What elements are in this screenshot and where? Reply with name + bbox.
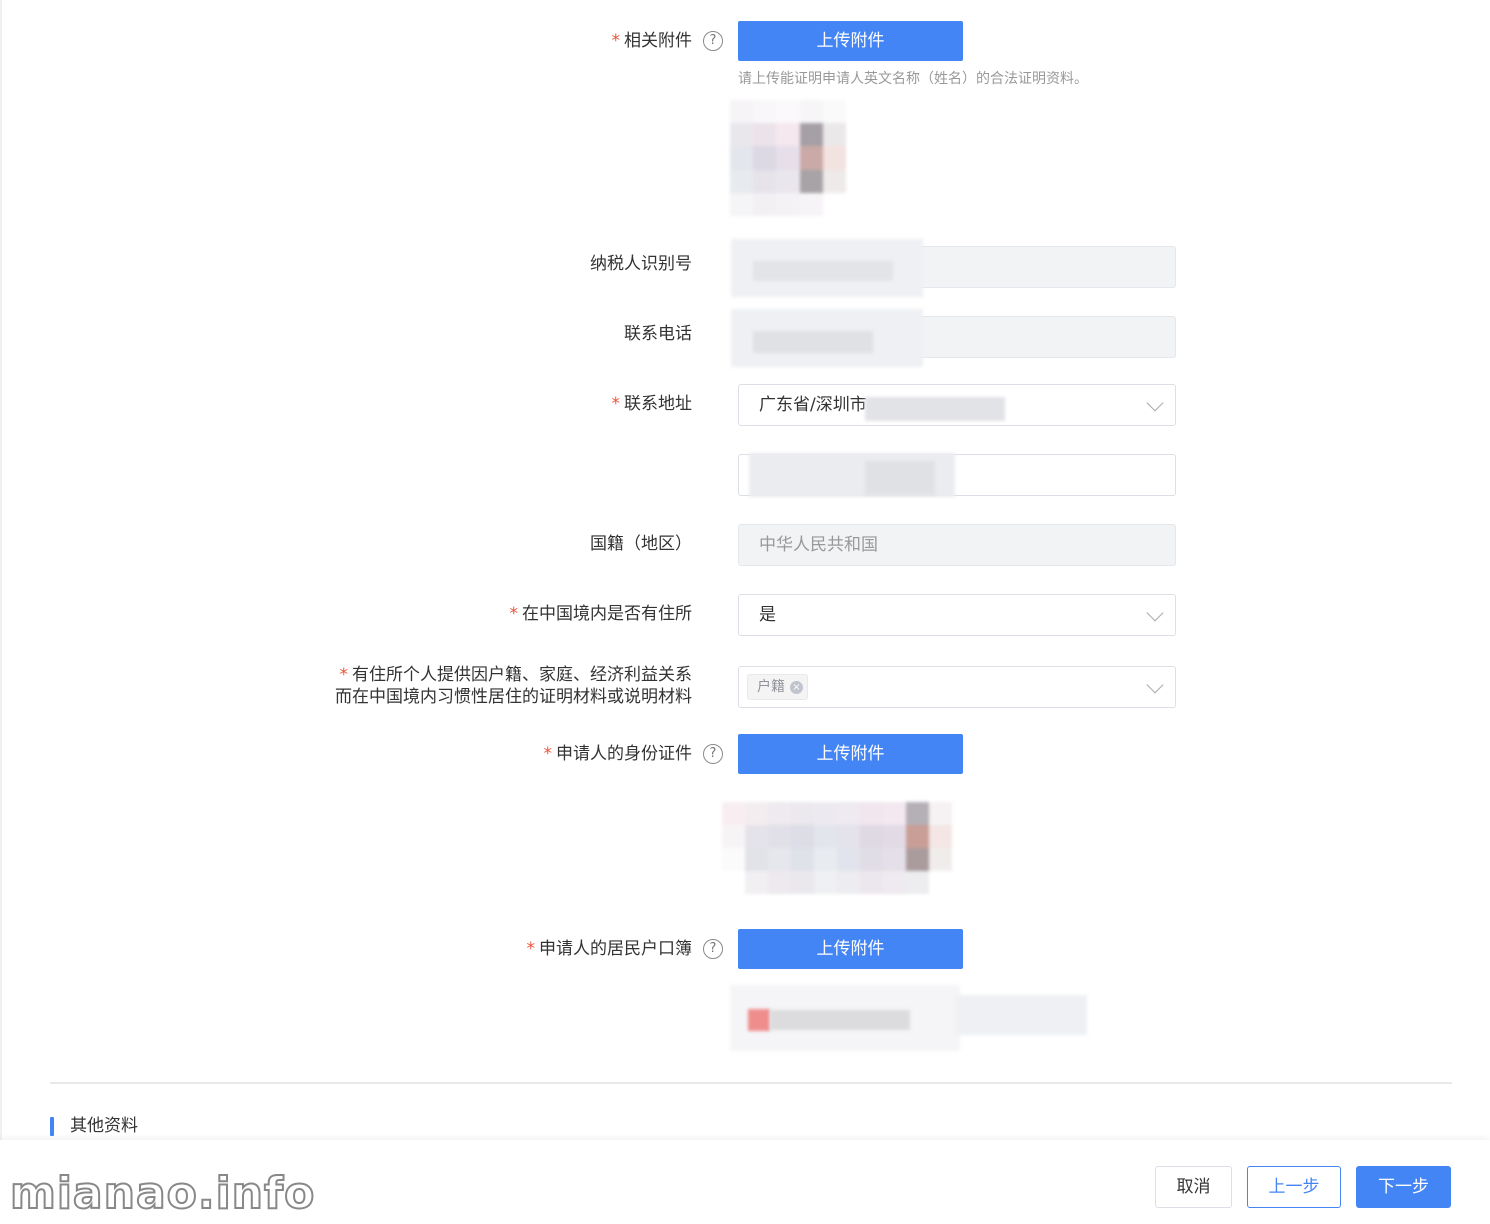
required-mark: * — [611, 31, 621, 51]
selected-tag: 户籍 × — [747, 674, 808, 700]
address-region-select[interactable]: 广东省/深圳市 — [738, 384, 1176, 426]
tax-id-input[interactable] — [731, 239, 1176, 297]
file-icon — [748, 1009, 770, 1031]
required-mark: * — [543, 744, 553, 764]
required-mark: * — [611, 394, 621, 414]
attachment-label: * 相关附件 — [611, 31, 693, 51]
tag-close-icon[interactable]: × — [790, 681, 803, 694]
chevron-down-icon — [1146, 394, 1164, 412]
domicile-proof-label: * 有住所个人提供因户籍、家庭、经济利益关系 而在中国境内习惯性居住的证明材料或说… — [335, 665, 692, 707]
redacted-value — [753, 331, 873, 353]
help-icon[interactable]: ? — [703, 939, 723, 959]
footer-bar: mianao.info 取消 上一步 下一步 — [0, 1140, 1490, 1224]
nationality-input: 中华人民共和国 — [738, 524, 1176, 566]
phone-input[interactable] — [731, 309, 1176, 367]
help-icon[interactable]: ? — [703, 744, 723, 764]
redacted-value — [955, 995, 1087, 1035]
nationality-label: 国籍（地区） — [590, 534, 692, 554]
section-title: 其他资料 — [50, 1115, 138, 1137]
chevron-down-icon — [1146, 604, 1164, 622]
next-step-button[interactable]: 下一步 — [1356, 1166, 1451, 1208]
form-scroll-area[interactable]: * 相关附件 ? 上传附件 请上传能证明申请人英文名称（姓名）的合法证明资料。 纳… — [0, 0, 1490, 1140]
chevron-down-icon — [1146, 676, 1164, 694]
domicile-label: * 在中国境内是否有住所 — [509, 604, 693, 624]
help-icon[interactable]: ? — [703, 31, 723, 51]
section-marker — [50, 1117, 54, 1136]
address-label: * 联系地址 — [611, 394, 693, 414]
domicile-proof-multiselect[interactable]: 户籍 × — [738, 666, 1176, 708]
redacted-value — [865, 461, 935, 495]
address-detail-input[interactable] — [738, 453, 1176, 497]
required-mark: * — [339, 665, 349, 685]
required-mark: * — [509, 604, 519, 624]
attachment-hint: 请上传能证明申请人英文名称（姓名）的合法证明资料。 — [738, 71, 1088, 87]
attachment-thumbnail[interactable] — [730, 100, 846, 216]
id-document-label: * 申请人的身份证件 — [543, 744, 693, 764]
redacted-value — [770, 1010, 910, 1030]
left-border — [0, 0, 2, 1140]
upload-attachment-button[interactable]: 上传附件 — [738, 21, 963, 61]
address-region-value: 广东省/深圳市 — [759, 395, 867, 415]
household-register-label: * 申请人的居民户口簿 — [526, 939, 693, 959]
upload-id-document-button[interactable]: 上传附件 — [738, 734, 963, 774]
cancel-button[interactable]: 取消 — [1155, 1166, 1232, 1208]
tax-id-label: 纳税人识别号 — [590, 254, 692, 274]
redacted-value — [865, 397, 1005, 421]
required-mark: * — [526, 939, 536, 959]
watermark: mianao.info — [9, 1167, 316, 1220]
prev-step-button[interactable]: 上一步 — [1247, 1166, 1341, 1208]
upload-household-register-button[interactable]: 上传附件 — [738, 929, 963, 969]
id-document-thumbnail[interactable] — [722, 802, 952, 894]
domicile-select[interactable]: 是 — [738, 594, 1176, 636]
phone-label: 联系电话 — [624, 324, 692, 344]
redacted-value — [753, 261, 893, 281]
domicile-value: 是 — [759, 605, 776, 625]
section-divider — [50, 1082, 1452, 1084]
